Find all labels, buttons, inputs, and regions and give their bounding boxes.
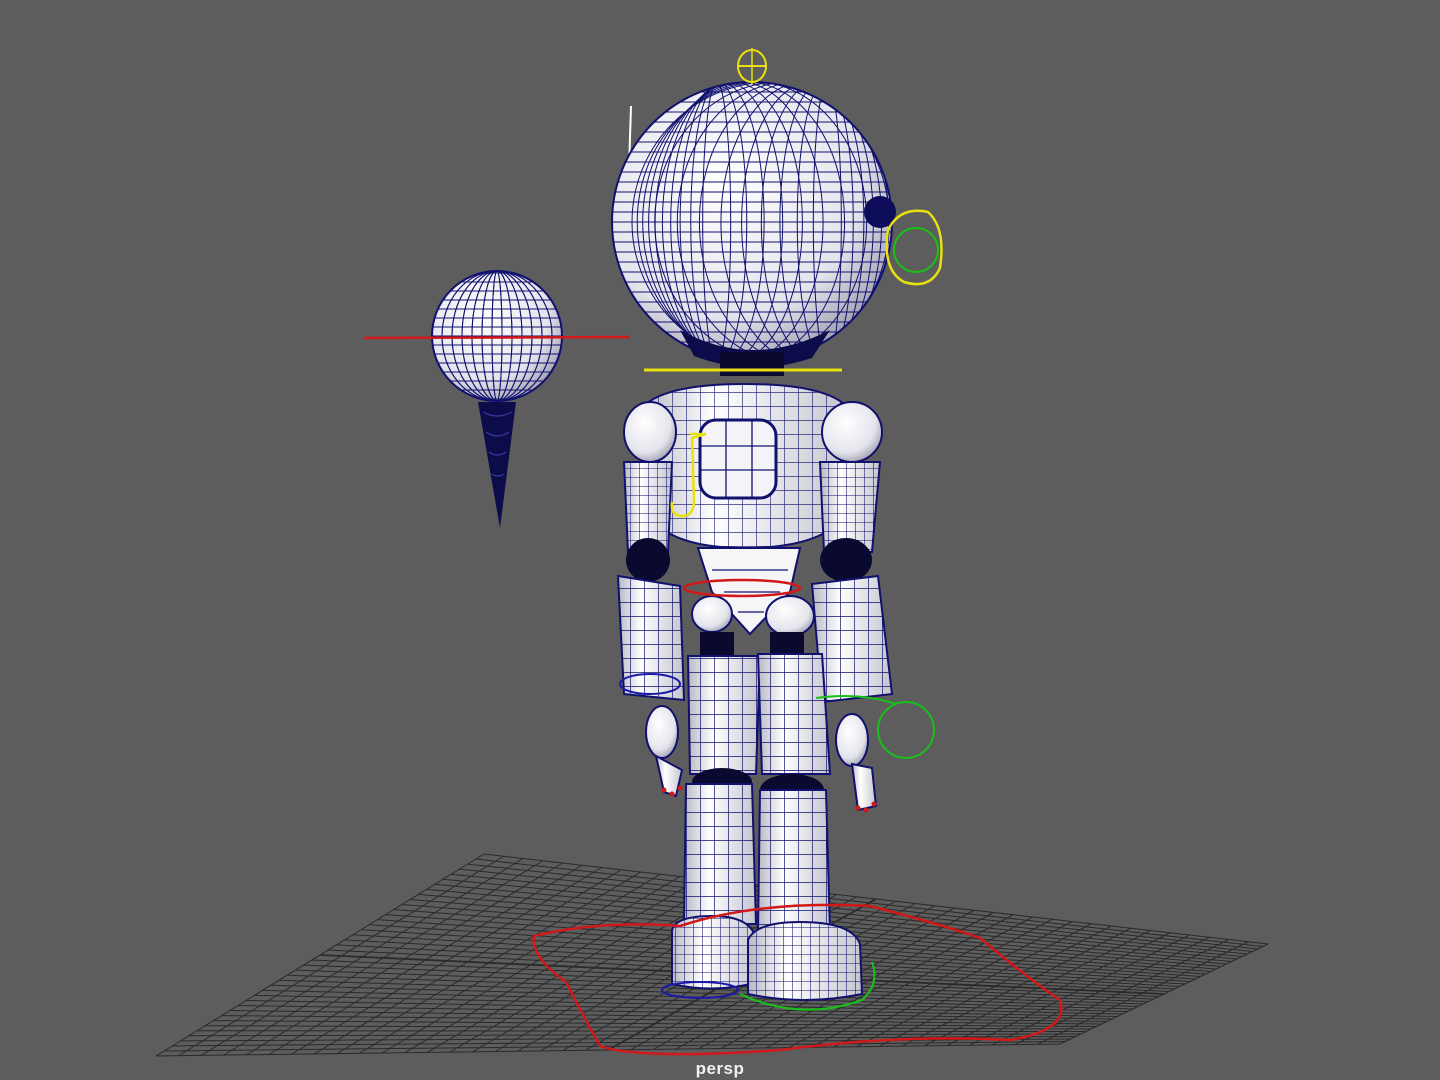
left-foot[interactable] [671,914,760,990]
left-hip-joint [700,632,734,658]
robot-character-mesh[interactable] [611,81,912,1001]
left-thigh[interactable] [686,655,762,775]
eye-aim-control[interactable] [363,335,631,340]
right-elbow [820,538,872,582]
left-hip [691,595,733,633]
left-elbow [626,538,670,582]
left-shoulder[interactable] [623,401,677,463]
left-forearm[interactable] [616,574,686,702]
robot-neck [720,352,784,376]
head-control-icon[interactable] [737,48,767,84]
persp-viewport[interactable]: persp [0,0,1440,1080]
right-thigh[interactable] [756,653,832,775]
left-hand[interactable] [645,705,684,798]
right-hip [765,595,815,637]
eye-target-locator[interactable] [363,270,631,528]
right-hand-ik-control[interactable] [877,701,935,759]
camera-label: persp [695,1059,745,1078]
right-shin[interactable] [756,789,832,933]
ear-rotate-control[interactable] [893,227,939,273]
right-foot[interactable] [747,920,864,1001]
right-shoulder[interactable] [821,401,883,463]
robot-head[interactable] [611,81,912,368]
left-shin[interactable] [682,783,758,925]
viewport-canvas[interactable] [0,0,1440,1080]
right-hand[interactable] [835,713,878,812]
